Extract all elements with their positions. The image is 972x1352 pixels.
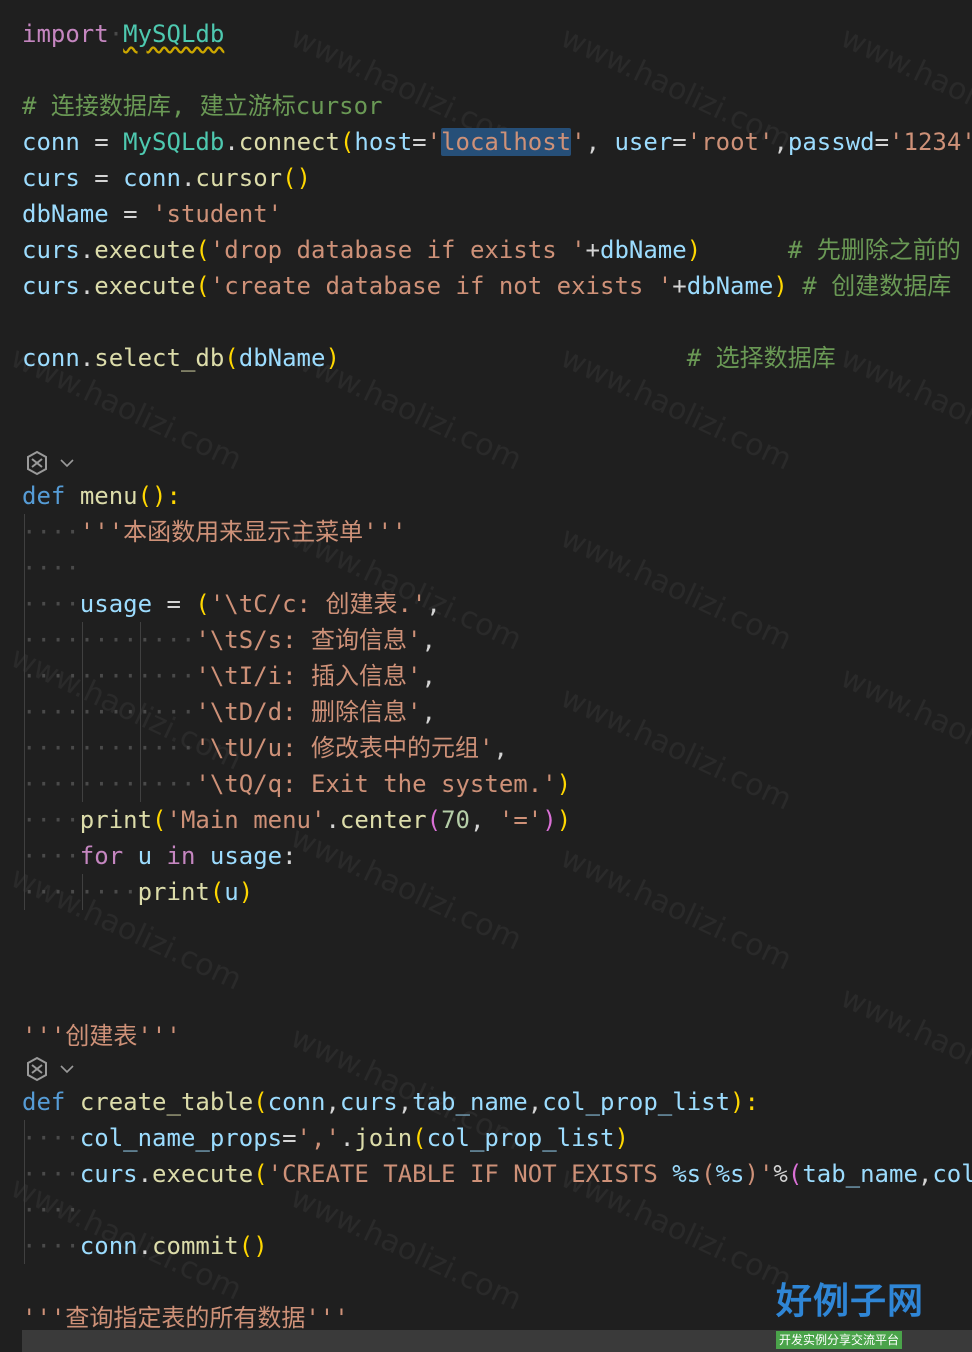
code-line-usage[interactable]: ····usage = ('\tC/c: 创建表.', [22,586,441,622]
code-line-usage-d[interactable]: ············'\tD/d: 删除信息', [22,694,436,730]
code-line-commit[interactable]: ····conn.commit() [22,1228,268,1264]
code-line-comment[interactable]: # 连接数据库, 建立游标cursor [22,88,383,124]
code-line-usage-u[interactable]: ············'\tU/u: 修改表中的元组', [22,730,508,766]
site-logo: 好例子网 开发实例分享交流平台 [776,1280,936,1350]
keyword-import: import [22,20,109,48]
logo-tagline: 开发实例分享交流平台 [776,1331,903,1349]
code-line-create-doc[interactable]: '''创建表''' [22,1018,181,1054]
code-line-1[interactable]: import·MySQLdb [22,16,224,52]
code-line-drop[interactable]: curs.execute('drop database if exists '+… [22,232,961,268]
code-line-blank[interactable]: ···· [22,1192,80,1228]
chevron-down-icon[interactable] [58,454,76,472]
comment-text: # 连接数据库, 建立游标cursor [22,92,383,120]
watermark: www.haolizi.com [555,680,798,818]
code-line-usage-i[interactable]: ············'\tI/i: 插入信息', [22,658,436,694]
watermark: www.haolizi.com [835,980,972,1118]
code-line-for[interactable]: ····for u in usage: [22,838,297,874]
module-name: MySQLdb [123,20,225,48]
code-line-print-u[interactable]: ········print(u) [22,874,253,910]
watermark: www.haolizi.com [555,520,798,658]
codelens-menu[interactable] [24,448,76,478]
watermark: www.haolizi.com [835,340,972,478]
chevron-down-icon[interactable] [58,1060,76,1078]
watermark: www.haolizi.com [285,1180,528,1318]
code-line-cursor[interactable]: curs = conn.cursor() [22,160,311,196]
code-line-usage-q[interactable]: ············'\tQ/q: Exit the system.') [22,766,571,802]
watermark: www.haolizi.com [555,840,798,978]
code-line-select-db[interactable]: conn.select_db(dbName) # 选择数据库 [22,340,836,376]
copilot-sparkle-icon[interactable] [24,1056,50,1082]
watermark: www.haolizi.com [835,660,972,798]
code-line-create-db[interactable]: curs.execute('create database if not exi… [22,268,951,304]
code-line-def-menu[interactable]: def menu(): [22,478,181,514]
code-line-dbname[interactable]: dbName = 'student' [22,196,282,232]
logo-title: 好例子网 [776,1280,925,1322]
code-line-print-menu[interactable]: ····print('Main menu'.center(70, '=')) [22,802,571,838]
code-line-docstring[interactable]: ····'''本函数用来显示主菜单''' [22,514,407,550]
code-line-def-create-table[interactable]: def create_table(conn,curs,tab_name,col_… [22,1084,759,1120]
selection-highlight: localhost [441,128,572,156]
watermark: www.haolizi.com [285,820,528,958]
copilot-sparkle-icon[interactable] [24,450,50,476]
code-line-execute-create[interactable]: ····curs.execute('CREATE TABLE IF NOT EX… [22,1156,972,1192]
codelens-create-table[interactable] [24,1054,76,1084]
code-line-blank[interactable]: ···· [22,550,80,586]
code-line-connect[interactable]: conn = MySQLdb.connect(host='localhost',… [22,124,972,160]
code-editor[interactable]: www.haolizi.com www.haolizi.com www.haol… [0,0,972,1352]
code-line-usage-s[interactable]: ············'\tS/s: 查询信息', [22,622,436,658]
code-line-col-name-props[interactable]: ····col_name_props=','.join(col_prop_lis… [22,1120,629,1156]
